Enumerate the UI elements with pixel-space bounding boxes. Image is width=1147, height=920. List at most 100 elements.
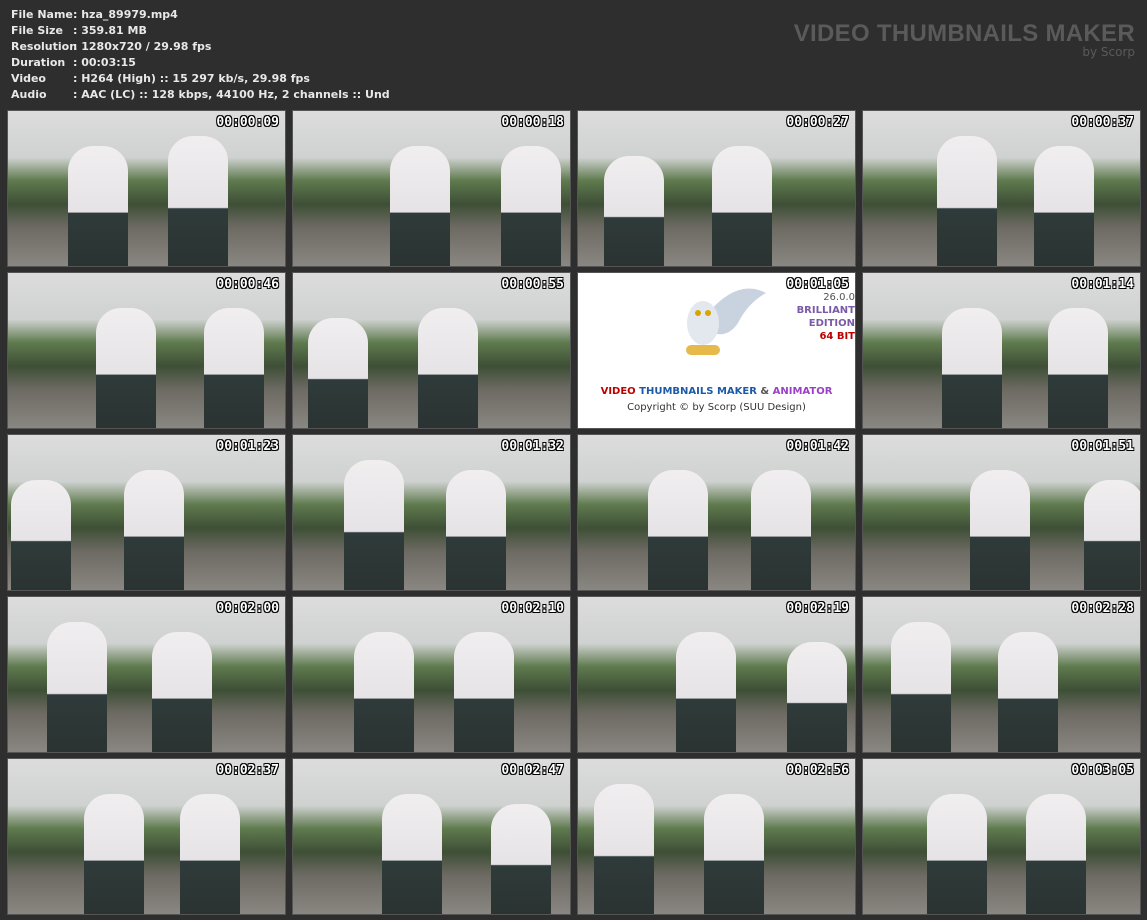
video-thumbnail[interactable]: 26.0.0 BRILLIANT EDITION 64 BIT VIDEO THUMB… <box>577 272 856 429</box>
file-info-row: File Size : 359.81 MB <box>11 23 390 39</box>
video-thumbnail[interactable]: 00:02:56 <box>577 758 856 915</box>
file-info-label: Audio <box>11 88 47 101</box>
video-thumbnail[interactable]: 00:02:00 <box>7 596 286 753</box>
person-figure <box>998 632 1058 752</box>
person-figure <box>204 308 265 428</box>
timestamp: 00:01:32 <box>501 439 564 454</box>
file-info-label: Duration <box>11 56 66 69</box>
person-figure <box>1047 308 1108 428</box>
person-figure <box>343 460 404 590</box>
file-info-value: : 359.81 MB <box>73 24 147 37</box>
person-figure <box>501 146 562 266</box>
person-figure <box>180 794 240 914</box>
file-info-row: Audio : AAC (LC) :: 128 kbps, 44100 Hz, 2… <box>11 87 390 103</box>
person-figure <box>454 632 515 752</box>
owl-logo-icon <box>686 288 766 355</box>
timestamp: 00:01:42 <box>786 439 849 454</box>
file-info-label: Video <box>11 72 46 85</box>
brand-watermark: VIDEO THUMBNAILS MAKER by Scorp <box>794 20 1135 59</box>
timestamp: 00:01:23 <box>216 439 279 454</box>
person-figure <box>168 136 228 266</box>
person-figure <box>937 136 998 266</box>
file-info-value: : AAC (LC) :: 128 kbps, 44100 Hz, 2 chan… <box>73 88 390 101</box>
person-figure <box>10 480 71 590</box>
video-thumbnail[interactable]: 00:00:09 <box>7 110 286 267</box>
file-info-label: Resolution <box>11 40 78 53</box>
person-figure <box>604 156 665 266</box>
timestamp: 00:02:10 <box>501 601 564 616</box>
person-figure <box>96 308 156 428</box>
person-figure <box>1026 794 1086 914</box>
timestamp: 00:01:14 <box>1071 277 1134 292</box>
video-thumbnail[interactable]: 00:00:37 <box>862 110 1141 267</box>
file-info-label: File Size <box>11 24 63 37</box>
timestamp: 00:01:51 <box>1071 439 1134 454</box>
person-figure <box>1084 480 1140 590</box>
file-info-value: : hza_89979.mp4 <box>73 8 178 21</box>
video-thumbnail[interactable]: 00:01:23 <box>7 434 286 591</box>
person-figure <box>593 784 654 914</box>
timestamp: 00:01:05 <box>786 277 849 292</box>
person-figure <box>751 470 811 590</box>
timestamp: 00:02:28 <box>1071 601 1134 616</box>
person-figure <box>124 470 184 590</box>
person-figure <box>787 642 848 752</box>
timestamp: 00:02:37 <box>216 763 279 778</box>
video-thumbnail[interactable]: 00:02:28 <box>862 596 1141 753</box>
file-info-row: Video : H264 (High) :: 15 297 kb/s, 29.98… <box>11 71 390 87</box>
person-figure <box>970 470 1030 590</box>
timestamp: 00:02:19 <box>786 601 849 616</box>
video-thumbnail[interactable]: 00:01:42 <box>577 434 856 591</box>
video-thumbnail[interactable]: 00:01:14 <box>862 272 1141 429</box>
timestamp: 00:00:18 <box>501 115 564 130</box>
video-thumbnail[interactable]: 00:00:18 <box>292 110 571 267</box>
file-info-value: : H264 (High) :: 15 297 kb/s, 29.98 fps <box>73 72 310 85</box>
brand-title: VIDEO THUMBNAILS MAKER <box>793 20 1135 47</box>
person-figure <box>382 794 442 914</box>
timestamp: 00:02:47 <box>501 763 564 778</box>
video-thumbnail[interactable]: 00:01:32 <box>292 434 571 591</box>
person-figure <box>83 794 144 914</box>
timestamp: 00:03:05 <box>1071 763 1134 778</box>
video-thumbnail[interactable]: 00:00:27 <box>577 110 856 267</box>
person-figure <box>704 794 764 914</box>
person-figure <box>926 794 987 914</box>
person-figure <box>152 632 212 752</box>
timestamp: 00:00:09 <box>216 115 279 130</box>
timestamp: 00:00:46 <box>216 277 279 292</box>
person-figure <box>390 146 450 266</box>
file-info-label: File Name <box>11 8 73 21</box>
person-figure <box>1034 146 1094 266</box>
video-thumbnail[interactable]: 00:00:46 <box>7 272 286 429</box>
video-thumbnail[interactable]: 00:02:19 <box>577 596 856 753</box>
timestamp: 00:00:37 <box>1071 115 1134 130</box>
file-info-value: : 1280x720 / 29.98 fps <box>73 40 212 53</box>
person-figure <box>712 146 772 266</box>
timestamp: 00:02:56 <box>786 763 849 778</box>
video-thumbnail[interactable]: 00:01:51 <box>862 434 1141 591</box>
version-info: 26.0.0 BRILLIANT EDITION 64 BIT <box>796 292 855 342</box>
thumbnail-grid: 00:00:09 00:00:18 00:00:27 00:00:37 00:00:46… <box>7 110 1141 915</box>
person-figure <box>47 622 108 752</box>
person-figure <box>307 318 368 428</box>
file-info-row: Resolution: 1280x720 / 29.98 fps <box>11 39 390 55</box>
video-thumbnail[interactable]: 00:02:37 <box>7 758 286 915</box>
timestamp: 00:00:55 <box>501 277 564 292</box>
timestamp: 00:02:00 <box>216 601 279 616</box>
file-info-row: File Name: hza_89979.mp4 <box>11 7 390 23</box>
file-info-value: : 00:03:15 <box>73 56 136 69</box>
file-info-row: Duration : 00:03:15 <box>11 55 390 71</box>
video-thumbnail[interactable]: 00:02:10 <box>292 596 571 753</box>
logo-title: VIDEO THUMBNAILS MAKER & ANIMATOR <box>600 386 833 397</box>
video-thumbnail[interactable]: 00:02:47 <box>292 758 571 915</box>
logo-copyright: Copyright © by Scorp (SUU Design) <box>627 402 806 413</box>
person-figure <box>890 622 951 752</box>
person-figure <box>68 146 128 266</box>
video-thumbnail[interactable]: 00:00:55 <box>292 272 571 429</box>
video-thumbnail[interactable]: 00:03:05 <box>862 758 1141 915</box>
person-figure <box>648 470 708 590</box>
person-figure <box>942 308 1002 428</box>
file-info: File Name: hza_89979.mp4 File Size: 359.8… <box>11 7 390 103</box>
person-figure <box>354 632 414 752</box>
timestamp: 00:00:27 <box>786 115 849 130</box>
